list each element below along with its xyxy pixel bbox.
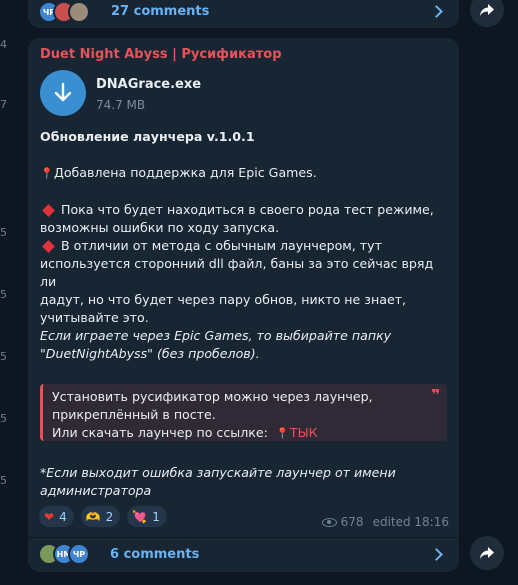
bullet-1-line: Пока что будет находиться в своего рода … <box>61 202 434 217</box>
reaction-count: 2 <box>105 509 114 524</box>
red-diamond-icon <box>42 239 55 253</box>
edge-char: 4 <box>0 38 7 51</box>
divider <box>28 537 459 538</box>
footnote-line: *Если выходит ошибка запускайте лаунчер … <box>40 465 396 480</box>
bullet-2-line: В отличии от метода с обычным лаунчером,… <box>61 238 382 253</box>
commenter-avatars: ЧР <box>38 1 90 23</box>
channel-name[interactable]: Duet Night Abyss | Русификатор <box>40 47 282 62</box>
bullet-1: Пока что будет находиться в своего рода … <box>40 201 450 237</box>
download-arrow-icon <box>54 82 72 102</box>
pin-icon: 📍 <box>275 427 290 440</box>
share-button[interactable] <box>470 536 504 570</box>
bullet-2-line: используется сторонний dll файл, баны за… <box>40 256 434 289</box>
edge-char: 5 <box>0 226 7 239</box>
previous-post-comments-bar[interactable]: ЧР 27 comments <box>28 0 459 28</box>
share-button[interactable] <box>470 0 504 27</box>
eye-icon <box>321 517 337 527</box>
reaction-cupid[interactable]: 💘 1 <box>127 506 167 527</box>
note-line: Если играете через Epic Games, то выбира… <box>40 328 392 343</box>
heart-hands-icon: 🫶 <box>85 509 101 524</box>
download-button[interactable] <box>40 70 86 116</box>
bullet-1-line: возможны ошибки по ходу запуска. <box>40 220 280 235</box>
bullet-pin-text: Добавлена поддержка для Epic Games. <box>54 165 317 180</box>
reaction-hands[interactable]: 🫶 2 <box>80 506 121 527</box>
post-meta: 678 edited 18:16 <box>321 515 449 529</box>
view-count: 678 <box>340 515 364 529</box>
commenter-avatars: НМ ЧР <box>38 543 90 565</box>
edited-time: edited 18:16 <box>372 515 449 529</box>
reactions: ❤ 4 🫶 2 💘 1 <box>39 506 174 527</box>
comments-link[interactable]: 6 comments <box>110 547 199 562</box>
quote-line: Или скачать лаунчер по ссылке: 📍ТЫК <box>52 424 417 443</box>
bullet-2-line: учитывайте это. <box>40 310 149 325</box>
download-link[interactable]: ТЫК <box>290 425 318 440</box>
footnote: *Если выходит ошибка запускайте лаунчер … <box>40 464 450 500</box>
quote-line-text: Или скачать лаунчер по ссылке: <box>52 425 268 440</box>
avatar: ЧР <box>68 543 90 565</box>
chevron-right-icon <box>430 5 443 18</box>
quote-line: Установить русификатор можно через лаунч… <box>52 389 373 404</box>
reaction-count: 4 <box>59 509 67 524</box>
reaction-heart[interactable]: ❤ 4 <box>39 506 74 527</box>
bullet-2-line: дадут, но что будет через пару обнов, ни… <box>40 292 407 307</box>
edge-char: 5 <box>0 350 7 363</box>
avatar <box>68 1 90 23</box>
chevron-right-icon <box>430 548 443 561</box>
edge-char: 7 <box>0 98 7 111</box>
pin-icon: 📍 <box>40 167 54 180</box>
post-heading: Обновление лаунчера v.1.0.1 <box>40 129 255 144</box>
red-diamond-icon <box>42 203 55 217</box>
channel-post: Duet Night Abyss | Русификатор DNAGrace.… <box>28 38 459 572</box>
quote-icon: ❞ <box>431 386 440 404</box>
file-name[interactable]: DNAGrace.exe <box>96 77 201 92</box>
heart-arrow-icon: 💘 <box>132 509 148 524</box>
footnote-line: администратора <box>40 483 152 498</box>
note-line: "DuetNightAbyss" (без пробелов). <box>40 346 260 361</box>
share-icon <box>480 547 494 559</box>
epic-games-note: Если играете через Epic Games, то выбира… <box>40 327 450 363</box>
quote-line: прикреплённый в посте. <box>52 407 216 422</box>
edge-char: 5 <box>0 474 7 487</box>
share-icon <box>480 4 494 16</box>
bullet-2: В отличии от метода с обычным лаунчером,… <box>40 237 450 327</box>
edge-char: 5 <box>0 288 7 301</box>
bullet-pin-line: 📍Добавлена поддержка для Epic Games. <box>40 164 450 183</box>
reaction-count: 1 <box>152 509 160 524</box>
file-size: 74.7 MB <box>96 98 146 112</box>
heart-icon: ❤ <box>44 509 55 524</box>
blockquote: ❞ Установить русификатор можно через лау… <box>40 384 447 441</box>
comments-link[interactable]: 27 comments <box>111 4 209 19</box>
edge-char: 5 <box>0 412 7 425</box>
